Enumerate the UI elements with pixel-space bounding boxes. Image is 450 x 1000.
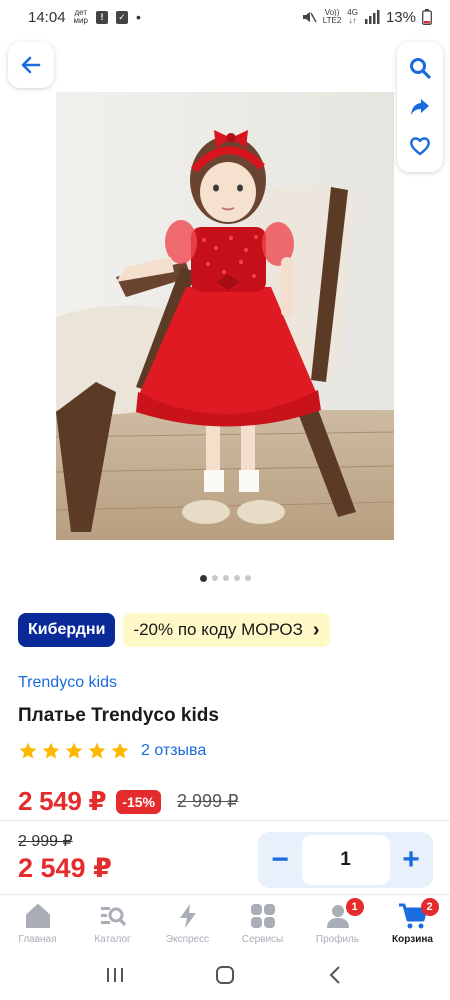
cart-badge: 2	[420, 898, 439, 916]
more-notifications-dot-icon: •	[135, 9, 141, 25]
lightning-icon	[172, 900, 204, 932]
app-notification-icon: дет мир	[74, 9, 88, 25]
promo-code-text: -20% по коду МОРОЗ	[133, 620, 303, 639]
quantity-value[interactable]: 1	[301, 835, 390, 885]
promo-code-badge[interactable]: -20% по коду МОРОЗ ›	[123, 613, 330, 647]
home-system-button[interactable]	[210, 960, 240, 990]
arrow-left-icon	[21, 56, 41, 74]
share-icon	[411, 98, 429, 115]
favorite-button[interactable]	[404, 130, 436, 162]
tab-cart[interactable]: 2 Корзина	[375, 895, 450, 950]
tab-profile[interactable]: 1 Профиль	[300, 895, 375, 950]
catalog-search-icon	[97, 900, 129, 932]
status-time: 14:04	[28, 8, 66, 26]
buy-bar-current-price: 2 549 ₽	[18, 853, 112, 883]
system-navigation-bar	[0, 950, 450, 1000]
brand-link[interactable]: Trendyco kids	[18, 674, 117, 692]
tab-catalog[interactable]: Каталог	[75, 895, 150, 950]
old-price: 2 999 ₽	[176, 791, 239, 811]
bottom-tab-bar: Главная Каталог Экспресс Сервисы 1 Профи…	[0, 894, 450, 950]
tab-cart-label: Корзина	[392, 934, 433, 945]
product-image-gallery[interactable]	[56, 92, 394, 540]
promo-campaign-badge[interactable]: Кибердни	[18, 613, 116, 647]
reviews-link[interactable]: 2 отзыва	[141, 742, 206, 760]
battery-icon	[422, 9, 432, 25]
network-type: 4G ↓↑	[347, 8, 358, 25]
check-icon: ✓	[115, 10, 128, 24]
search-icon	[410, 57, 431, 79]
volte-indicator: Vo)) LTE2	[323, 9, 342, 25]
heart-icon	[410, 137, 430, 156]
lte-label: LTE2	[322, 16, 342, 25]
tab-services[interactable]: Сервисы	[225, 895, 300, 950]
tab-express-label: Экспресс	[165, 934, 210, 945]
price-row: 2 549 ₽ -15% 2 999 ₽	[18, 786, 238, 817]
gallery-pagination	[0, 575, 450, 582]
tab-express[interactable]: Экспресс	[150, 895, 225, 950]
signal-icon	[364, 10, 380, 24]
minus-icon: −	[271, 843, 289, 876]
gallery-dot[interactable]	[222, 575, 229, 581]
system-back-button[interactable]	[320, 960, 350, 990]
rating-row[interactable]: 2 отзыва	[18, 741, 206, 761]
promo-campaign-label: Кибердни	[28, 621, 106, 638]
home-icon	[22, 900, 54, 932]
product-title: Платье Trendyco kids	[18, 705, 219, 726]
chevron-right-icon: ›	[312, 618, 320, 641]
tab-home-label: Главная	[18, 934, 57, 945]
search-button[interactable]	[404, 52, 436, 84]
gallery-dot[interactable]	[199, 575, 207, 582]
current-price: 2 549 ₽	[18, 786, 107, 816]
gallery-dot[interactable]	[211, 575, 218, 581]
alert-icon: !	[95, 10, 108, 24]
back-button[interactable]	[8, 42, 54, 88]
profile-badge: 1	[345, 898, 364, 916]
network-type-label: 4G	[347, 8, 358, 17]
plus-icon: +	[402, 843, 420, 876]
star-icon	[111, 742, 129, 759]
tab-catalog-label: Каталог	[94, 934, 131, 945]
share-button[interactable]	[404, 91, 436, 123]
increase-quantity-button[interactable]: +	[393, 840, 429, 880]
gallery-dot[interactable]	[244, 575, 251, 581]
recent-apps-icon	[107, 968, 123, 982]
battery-percent: 13%	[385, 8, 416, 26]
status-bar: 14:04 дет мир ! ✓ • Vo)) LTE2 4G ↓↑ 13%	[0, 0, 450, 34]
buy-bar-old-price: 2 999 ₽	[18, 833, 73, 850]
star-icon	[19, 742, 37, 759]
chevron-left-icon	[329, 966, 340, 984]
decrease-quantity-button[interactable]: −	[262, 840, 298, 880]
promo-row: Кибердни -20% по коду МОРОЗ ›	[18, 613, 330, 647]
gallery-dot[interactable]	[233, 575, 240, 581]
tab-profile-label: Профиль	[315, 934, 360, 945]
home-circle-icon	[216, 966, 234, 984]
recent-apps-button[interactable]	[100, 960, 130, 990]
star-icon	[88, 742, 106, 759]
buy-bar: 2 999 ₽ 2 549 ₽ − 1 +	[0, 820, 450, 894]
mute-icon	[302, 12, 317, 23]
star-icon	[65, 742, 83, 759]
product-photo	[56, 92, 394, 540]
discount-badge: -15%	[116, 789, 161, 814]
services-icon	[247, 900, 279, 932]
product-actions-panel	[397, 42, 443, 172]
tab-home[interactable]: Главная	[0, 895, 75, 950]
star-icon	[42, 742, 60, 759]
quantity-stepper: − 1 +	[258, 832, 433, 888]
tab-services-label: Сервисы	[241, 934, 284, 945]
notification-text-bottom: мир	[73, 16, 88, 25]
